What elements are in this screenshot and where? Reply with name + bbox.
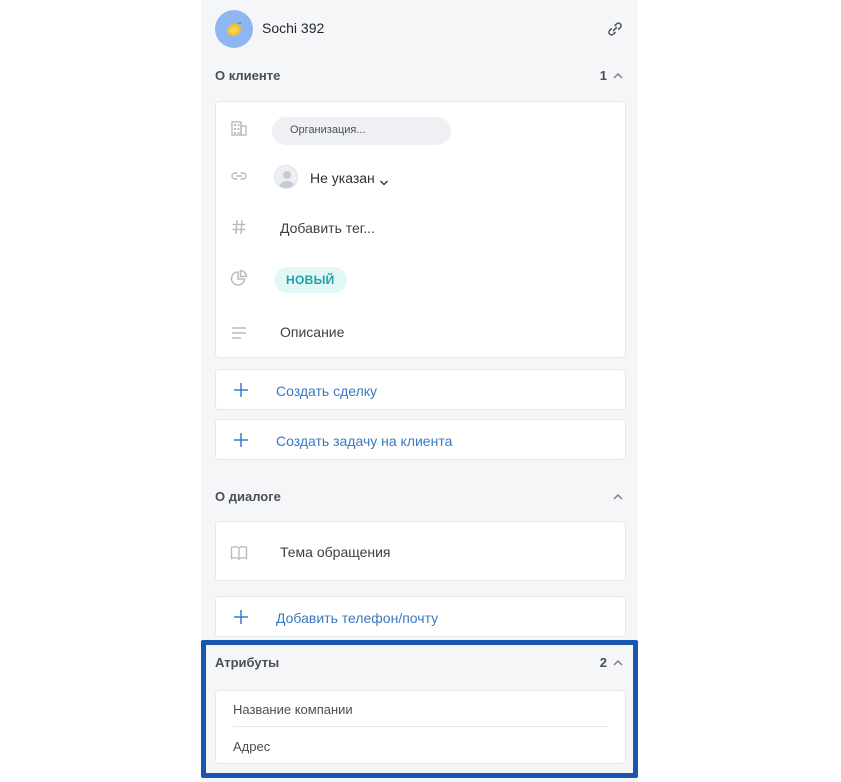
user-placeholder-avatar [274, 165, 298, 189]
plus-icon [234, 610, 248, 624]
plus-icon [234, 433, 248, 447]
assignee-row: Не указан [216, 157, 625, 197]
contact-name: Sochi 392 [262, 20, 325, 36]
create-deal-label: Создать сделку [276, 383, 378, 399]
organization-row: Организация... [216, 107, 625, 147]
about-dialog-title: О диалоге [215, 489, 281, 504]
description-input[interactable]: Описание [280, 324, 344, 340]
about-dialog-header[interactable]: О диалоге [215, 487, 625, 507]
create-task-button[interactable]: Создать задачу на клиента [215, 419, 626, 460]
hash-icon [230, 218, 248, 236]
create-task-label: Создать задачу на клиента [276, 433, 453, 449]
pie-chart-icon [230, 269, 248, 287]
assignee-value: Не указан [310, 170, 375, 186]
add-contact-button[interactable]: Добавить телефон/почту [215, 596, 626, 637]
tag-row: Добавить тег... [216, 208, 625, 248]
add-contact-label: Добавить телефон/почту [276, 610, 439, 626]
attributes-count: 2 [599, 655, 607, 670]
copy-link-icon[interactable] [605, 19, 625, 39]
chevron-down-icon [379, 174, 389, 186]
status-row: НОВЫЙ [216, 258, 625, 298]
add-tag-input[interactable]: Добавить тег... [280, 220, 375, 236]
attribute-label: Название компании [233, 702, 353, 717]
about-dialog-card: Тема обращения [215, 521, 626, 581]
about-client-header[interactable]: О клиенте 1 [215, 66, 625, 86]
text-lines-icon [230, 324, 248, 342]
chevron-up-icon[interactable] [611, 656, 625, 670]
attributes-title: Атрибуты [215, 655, 280, 670]
link-icon [230, 167, 248, 185]
create-deal-button[interactable]: Создать сделку [215, 369, 626, 410]
about-client-card: Организация... Не указан Добавить тег...… [215, 101, 626, 358]
status-badge[interactable]: НОВЫЙ [274, 267, 347, 293]
divider [233, 726, 608, 727]
attributes-header[interactable]: Атрибуты 2 [215, 653, 625, 673]
organization-input[interactable]: Организация... [272, 117, 451, 145]
attribute-item[interactable]: Адрес [216, 728, 625, 765]
attribute-item[interactable]: Название компании [216, 691, 625, 728]
building-icon [230, 119, 248, 137]
attribute-label: Адрес [233, 739, 271, 754]
attributes-card: Название компании Адрес [215, 690, 626, 764]
lemon-icon [227, 22, 242, 37]
about-client-title: О клиенте [215, 68, 281, 83]
description-row: Описание [216, 310, 625, 350]
contact-header: Sochi 392 [215, 10, 625, 48]
about-client-count: 1 [599, 68, 607, 83]
client-sidebar-panel: Sochi 392 О клиенте 1 Организация... Не … [201, 0, 638, 782]
plus-icon [234, 383, 248, 397]
book-icon [230, 544, 248, 562]
contact-avatar[interactable] [215, 10, 253, 48]
chevron-up-icon[interactable] [611, 69, 625, 83]
topic-input[interactable]: Тема обращения [280, 544, 391, 560]
chevron-up-icon[interactable] [611, 490, 625, 504]
